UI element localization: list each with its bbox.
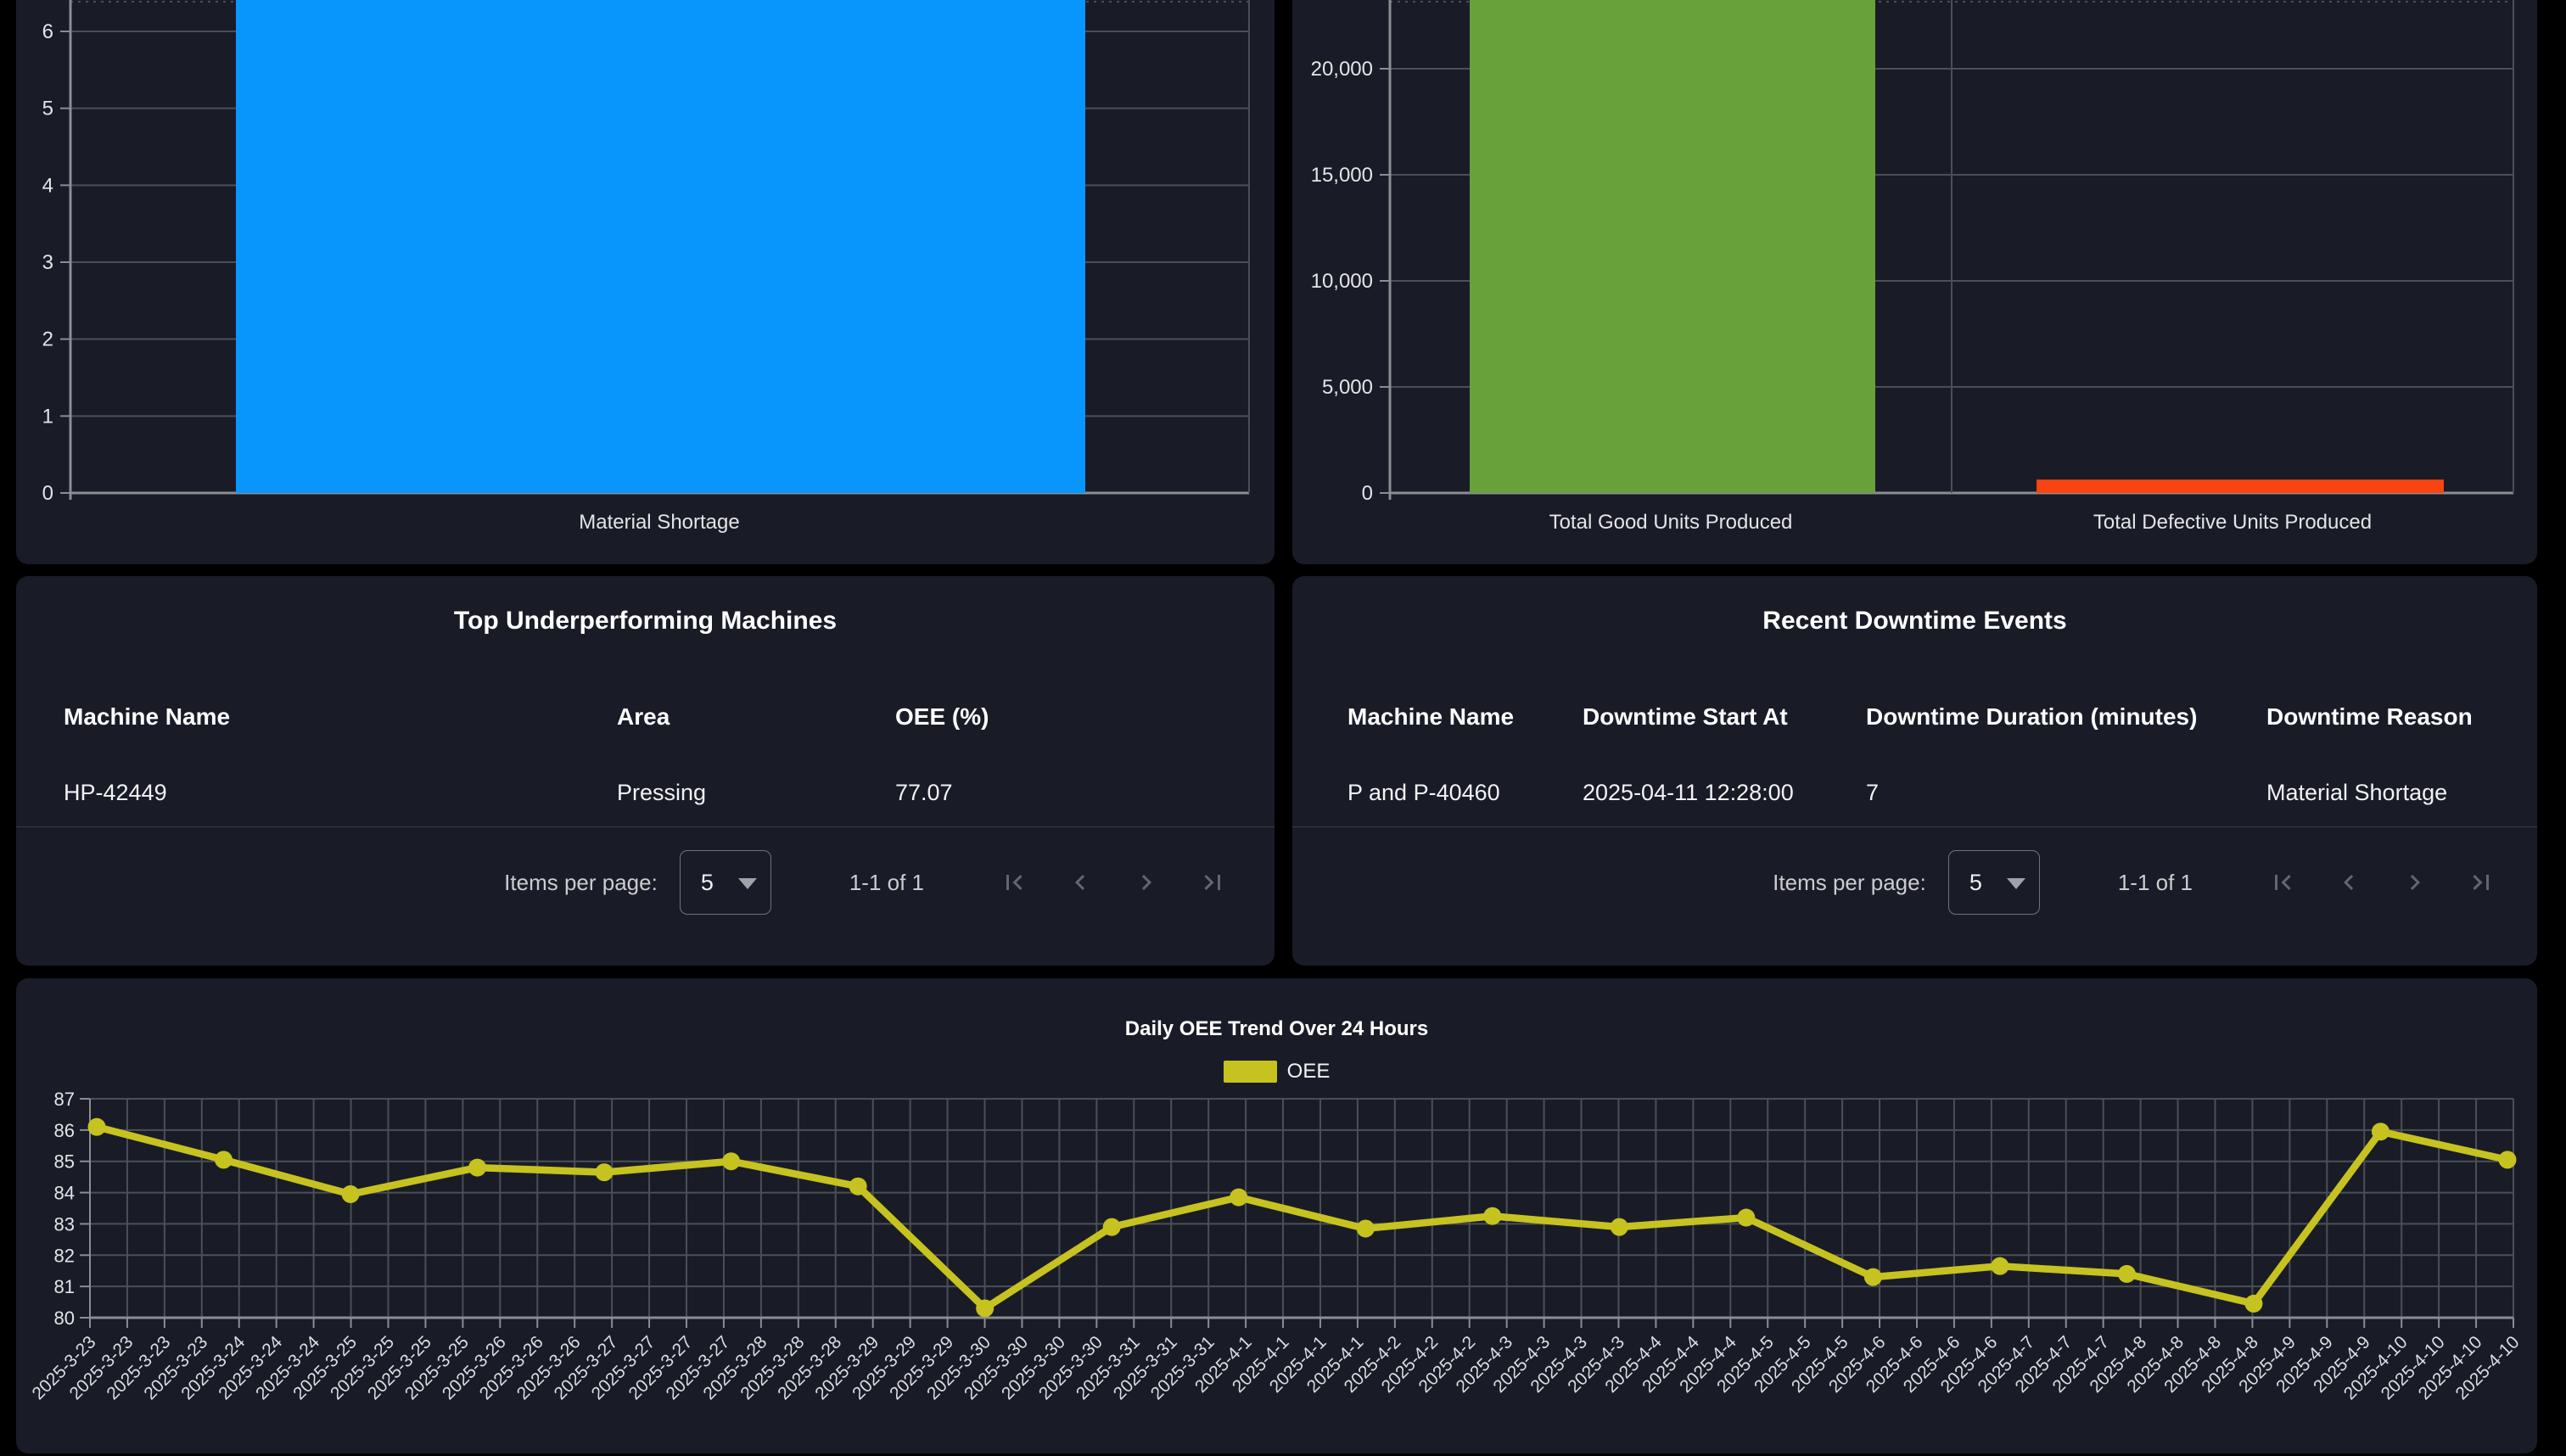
downtime-by-reason-chart-card: 0 1 2 3 4 5 6 Material Shortage xyxy=(16,0,1275,564)
y-axis-tick-label: 1 xyxy=(42,405,53,428)
y-axis-tick-label: 5,000 xyxy=(1322,376,1373,399)
y-axis-tick-label: 82 xyxy=(54,1245,75,1266)
column-header-machine-name: Machine Name xyxy=(1347,703,1514,731)
recent-downtime-events-card: Recent Downtime Events Machine Name Down… xyxy=(1292,576,2537,966)
data-point-2025-3-25[interactable] xyxy=(342,1185,360,1203)
card-title: Recent Downtime Events xyxy=(1292,607,2537,636)
y-axis-tick-label: 15,000 xyxy=(1311,164,1373,187)
page-size-select[interactable]: 5 xyxy=(680,850,771,915)
y-axis-tick-label: 10,000 xyxy=(1311,270,1373,293)
row-divider xyxy=(1292,826,2537,827)
downtime-by-reason-bar-chart: 0 1 2 3 4 5 6 Material Shortage xyxy=(16,0,1275,564)
cell-downtime-start: 2025-04-11 12:28:00 xyxy=(1583,780,1794,806)
page-size-select[interactable]: 5 xyxy=(1948,850,2040,915)
cell-machine-name: HP-42449 xyxy=(64,780,167,806)
last-page-button[interactable] xyxy=(1197,867,1228,898)
data-point-2025-3-31[interactable] xyxy=(1103,1218,1121,1236)
column-header-oee: OEE (%) xyxy=(895,703,989,731)
data-point-2025-4-2[interactable] xyxy=(1357,1219,1375,1237)
x-axis-category-label: Total Good Units Produced xyxy=(1549,511,1793,534)
card-title: Top Underperforming Machines xyxy=(16,607,1275,636)
y-axis-tick-label: 2 xyxy=(42,328,53,351)
column-header-downtime-duration: Downtime Duration (minutes) xyxy=(1866,703,2197,731)
units-produced-chart-card: 0 5,000 10,000 15,000 20,000 Total Good Units… xyxy=(1292,0,2537,564)
data-point-2025-3-27[interactable] xyxy=(596,1163,613,1181)
oee-trend-line xyxy=(97,1127,2507,1308)
x-axis-category-label: Total Defective Units Produced xyxy=(2093,511,2372,534)
previous-page-button[interactable] xyxy=(2333,867,2364,898)
page-range-label: 1-1 of 1 xyxy=(2118,870,2193,896)
y-axis-tick-label: 20,000 xyxy=(1311,58,1373,81)
data-point-2025-3-24[interactable] xyxy=(215,1151,233,1168)
data-point-2025-4-4[interactable] xyxy=(1611,1218,1628,1236)
data-point-2025-4-5[interactable] xyxy=(1737,1209,1755,1227)
data-point-2025-4-9[interactable] xyxy=(2244,1295,2262,1313)
cell-downtime-reason: Material Shortage xyxy=(2266,780,2447,806)
data-point-2025-3-28[interactable] xyxy=(722,1152,740,1170)
data-point-2025-3-23[interactable] xyxy=(88,1118,106,1136)
table-paginator: Items per page: 5 1-1 of 1 xyxy=(504,849,1228,916)
row-divider xyxy=(16,826,1275,827)
data-point-2025-4-8[interactable] xyxy=(2118,1265,2136,1283)
caret-down-icon xyxy=(738,878,757,889)
data-point-2025-3-30[interactable] xyxy=(976,1299,994,1317)
y-axis-tick-label: 3 xyxy=(42,251,53,274)
data-point-2025-4-10[interactable] xyxy=(2372,1123,2390,1140)
first-page-button[interactable] xyxy=(999,867,1029,898)
first-page-button[interactable] xyxy=(2267,867,2298,898)
caret-down-icon xyxy=(2007,878,2025,889)
cell-downtime-duration: 7 xyxy=(1866,780,1879,806)
page-range-label: 1-1 of 1 xyxy=(849,870,924,896)
cell-oee: 77.07 xyxy=(895,780,953,806)
daily-oee-trend-card: Daily OEE Trend Over 24 Hours OEE 2025-3… xyxy=(16,978,2537,1453)
table-paginator: Items per page: 5 1-1 of 1 xyxy=(1773,849,2496,916)
y-axis-tick-label: 86 xyxy=(54,1120,75,1141)
previous-page-button[interactable] xyxy=(1065,867,1095,898)
next-page-button[interactable] xyxy=(1131,867,1162,898)
y-axis-tick-label: 87 xyxy=(54,1089,75,1110)
data-point-2025-3-26[interactable] xyxy=(468,1159,486,1177)
column-header-machine-name: Machine Name xyxy=(64,703,230,731)
y-axis-tick-label: 84 xyxy=(54,1183,75,1204)
data-point-2025-4-6[interactable] xyxy=(1864,1268,1882,1286)
cell-area: Pressing xyxy=(617,780,706,806)
bar-total-good-units-produced[interactable] xyxy=(1470,0,1875,493)
daily-oee-trend-line-chart: 2025-3-232025-3-232025-3-232025-3-232025… xyxy=(16,978,2537,1453)
data-point-2025-4-3[interactable] xyxy=(1483,1207,1501,1225)
data-point-2025-4-1[interactable] xyxy=(1230,1189,1247,1207)
y-axis-tick-label: 80 xyxy=(54,1308,75,1329)
items-per-page-label: Items per page: xyxy=(504,870,658,896)
x-axis-category-label: Material Shortage xyxy=(579,511,739,534)
y-axis-tick-label: 0 xyxy=(1362,482,1373,505)
cell-machine-name: P and P-40460 xyxy=(1347,780,1500,806)
column-header-area: Area xyxy=(617,703,670,731)
y-axis-tick-label: 83 xyxy=(54,1213,75,1235)
units-produced-bar-chart: 0 5,000 10,000 15,000 20,000 Total Good Units… xyxy=(1292,0,2537,564)
top-underperforming-machines-card: Top Underperforming Machines Machine Nam… xyxy=(16,576,1275,966)
y-axis-tick-label: 6 xyxy=(42,20,53,43)
items-per-page-label: Items per page: xyxy=(1773,870,1926,896)
y-axis-tick-label: 81 xyxy=(54,1276,75,1297)
page-size-value: 5 xyxy=(1969,870,1982,896)
column-header-downtime-start: Downtime Start At xyxy=(1583,703,1788,731)
data-point-2025-4-7[interactable] xyxy=(1991,1257,2009,1275)
page-size-value: 5 xyxy=(701,870,714,896)
y-axis-tick-label: 0 xyxy=(42,482,53,505)
next-page-button[interactable] xyxy=(2400,867,2430,898)
data-point-2025-4-10[interactable] xyxy=(2499,1151,2517,1168)
bar-material-shortage[interactable] xyxy=(236,0,1085,493)
manufacturing-oee-dashboard: { "theme": { "page_bg": "#000000", "card… xyxy=(0,0,2566,1456)
y-axis-tick-label: 5 xyxy=(42,98,53,120)
data-point-2025-3-29[interactable] xyxy=(849,1178,867,1196)
y-axis-tick-label: 85 xyxy=(54,1151,75,1173)
column-header-downtime-reason: Downtime Reason xyxy=(2266,703,2473,731)
y-axis-tick-label: 4 xyxy=(42,174,53,197)
bar-total-defective-units-produced[interactable] xyxy=(2037,479,2444,493)
last-page-button[interactable] xyxy=(2466,867,2496,898)
